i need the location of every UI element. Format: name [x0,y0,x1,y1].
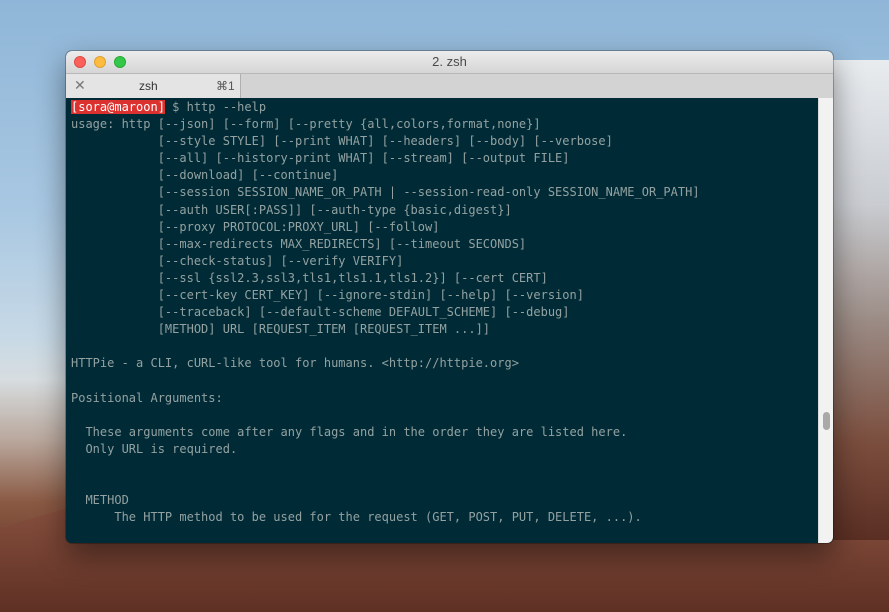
output-line: [--ssl {ssl2.3,ssl3,tls1,tls1.1,tls1.2}]… [71,270,548,285]
output-line: usage: http [--json] [--form] [--pretty … [71,117,541,132]
scrollbar-thumb[interactable] [823,412,830,430]
title-bar[interactable]: 2. zsh [66,51,833,74]
output-line: [--traceback] [--default-scheme DEFAULT_… [71,305,570,320]
output-line: [--cert-key CERT_KEY] [--ignore-stdin] [… [71,288,584,303]
prompt-user: [sora@maroon] [71,100,165,114]
output-line: [--check-status] [--verify VERIFY] [71,253,404,268]
output-line: [--style STYLE] [--print WHAT] [--header… [71,134,613,149]
output-line: [--all] [--history-print WHAT] [--stream… [71,151,570,166]
window-title: 2. zsh [432,54,467,69]
output-line: Only URL is required. [71,441,238,456]
output-line: [--session SESSION_NAME_OR_PATH | --sess… [71,185,700,200]
output-line: Positional Arguments: [71,390,223,405]
prompt-command: $ http --help [164,100,267,114]
output-line: [--max-redirects MAX_REDIRECTS] [--timeo… [71,236,527,251]
prompt-line: [sora@maroon] $ http --help [71,99,833,116]
tab-bar: ✕ zsh ⌘1 [66,74,833,99]
output-line: [--download] [--continue] [71,168,339,183]
tab-shortcut: ⌘1 [216,79,235,93]
output-line: METHOD [71,493,129,508]
output-line: [--auth USER[:PASS]] [--auth-type {basic… [71,202,512,217]
output-line: [METHOD] URL [REQUEST_ITEM [REQUEST_ITEM… [71,322,491,337]
vertical-scrollbar[interactable] [818,98,833,543]
terminal-window: 2. zsh ✕ zsh ⌘1 [sora@maroon] $ http --h… [66,51,833,543]
tab-zsh[interactable]: ✕ zsh ⌘1 [66,74,241,98]
output-line: HTTPie - a CLI, cURL-like tool for human… [71,356,519,371]
terminal-output[interactable]: [sora@maroon] $ http --help usage: http … [66,98,833,543]
tab-title: zsh [139,79,158,93]
output-line: These arguments come after any flags and… [71,424,628,439]
output-line: [--proxy PROTOCOL:PROXY_URL] [--follow] [71,219,440,234]
output-line: The HTTP method to be used for the reque… [71,510,642,525]
tab-close-icon[interactable]: ✕ [74,77,86,94]
